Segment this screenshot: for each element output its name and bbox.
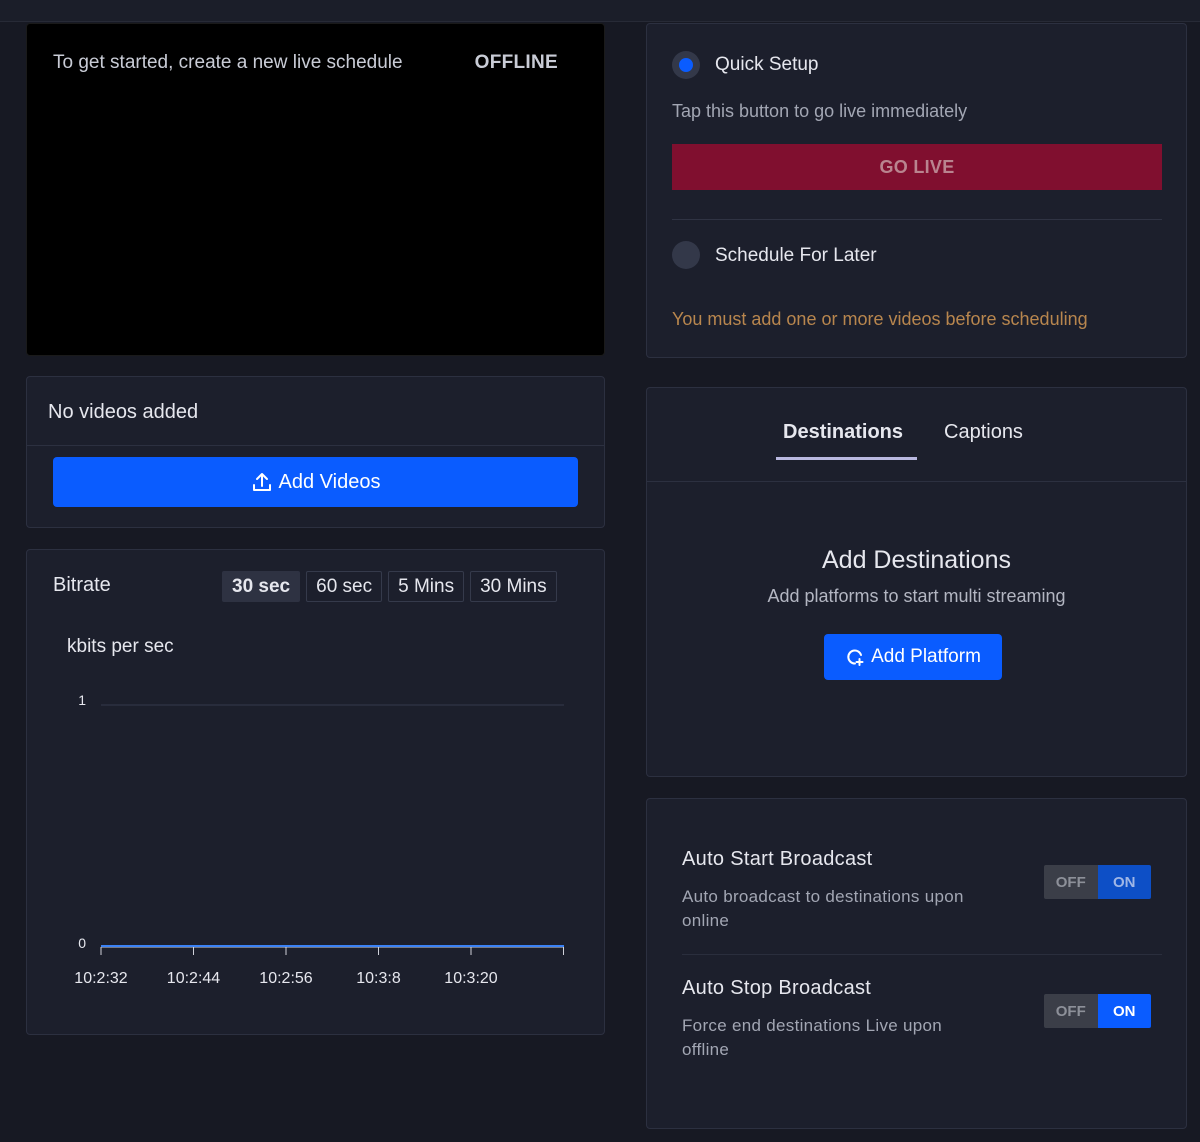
auto-broadcast-panel: Auto Start Broadcast Auto broadcast to d… xyxy=(646,798,1187,1129)
tab-captions[interactable]: Captions xyxy=(944,421,1023,444)
destinations-heading: Add Destinations xyxy=(821,546,1011,574)
x-tick-label: 10:2:44 xyxy=(167,970,220,987)
x-tick-label: 10:3:8 xyxy=(356,970,401,987)
toggle-off-option[interactable]: OFF xyxy=(1044,994,1098,1028)
toggle-on-option[interactable]: ON xyxy=(1097,994,1151,1028)
x-tick-label: 10:3:20 xyxy=(444,970,497,987)
divider xyxy=(682,954,1162,955)
auto-stop-description: Force end destinations Live upon offline xyxy=(682,1016,943,1059)
time-range-selector: 30 sec 60 sec 5 Mins 30 Mins xyxy=(222,571,557,602)
x-tick-label: 10:2:56 xyxy=(259,970,312,987)
quick-setup-label[interactable]: Quick Setup xyxy=(715,54,819,76)
range-30-mins-button[interactable]: 30 Mins xyxy=(470,571,557,602)
quick-setup-hint: Tap this button to go live immediately xyxy=(672,101,968,121)
schedule-later-radio[interactable] xyxy=(672,241,700,269)
stream-status-badge: OFFLINE xyxy=(474,52,558,73)
auto-start-toggle[interactable]: OFF ON xyxy=(1044,865,1151,899)
videos-panel: No videos added Add Videos xyxy=(26,376,605,528)
add-videos-button[interactable]: Add Videos xyxy=(53,457,578,507)
bitrate-title: Bitrate xyxy=(53,574,111,596)
add-platform-icon xyxy=(847,649,864,666)
range-30-sec-button[interactable]: 30 sec xyxy=(222,571,301,602)
range-60-sec-button[interactable]: 60 sec xyxy=(306,571,383,602)
add-platform-label: Add Platform xyxy=(871,646,981,667)
range-5-mins-button[interactable]: 5 Mins xyxy=(388,571,465,602)
active-tab-indicator xyxy=(776,457,917,460)
schedule-warning: You must add one or more videos before s… xyxy=(672,309,1088,329)
go-live-button[interactable]: GO LIVE xyxy=(672,144,1162,190)
x-tick-label: 10:2:32 xyxy=(74,970,127,987)
chart-y-axis-label: kbits per sec xyxy=(67,636,174,657)
toggle-on-option[interactable]: ON xyxy=(1097,865,1151,899)
destinations-panel: Add Destinations Add platforms to start … xyxy=(646,481,1187,777)
toggle-off-option[interactable]: OFF xyxy=(1044,865,1098,899)
destinations-subheading: Add platforms to start multi streaming xyxy=(767,586,1066,606)
bitrate-chart: 1 0 10:2:32 10:2:44 10:2:56 10:3:8 10:3:20 xyxy=(74,692,564,987)
y-tick-label: 1 xyxy=(78,692,86,708)
add-videos-label: Add Videos xyxy=(278,470,381,493)
top-bar xyxy=(0,0,1200,22)
divider xyxy=(27,445,604,446)
schedule-later-label[interactable]: Schedule For Later xyxy=(715,245,877,267)
auto-stop-title: Auto Stop Broadcast xyxy=(682,977,872,999)
auto-stop-toggle[interactable]: OFF ON xyxy=(1044,994,1151,1028)
bitrate-panel: Bitrate 30 sec 60 sec 5 Mins 30 Mins kbi… xyxy=(26,549,605,1035)
preview-message: To get started, create a new live schedu… xyxy=(53,52,403,73)
upload-icon xyxy=(252,473,271,491)
divider xyxy=(672,219,1162,220)
y-tick-label: 0 xyxy=(78,935,86,951)
destinations-tabs: Destinations Captions xyxy=(646,387,1187,483)
auto-start-title: Auto Start Broadcast xyxy=(682,848,873,870)
quick-setup-radio[interactable] xyxy=(672,51,700,79)
stream-preview: To get started, create a new live schedu… xyxy=(26,23,605,356)
add-platform-button[interactable]: Add Platform xyxy=(824,634,1002,680)
auto-start-description: Auto broadcast to destinations upon onli… xyxy=(682,887,964,930)
videos-empty-text: No videos added xyxy=(48,401,199,423)
go-live-panel: Quick Setup Tap this button to go live i… xyxy=(646,23,1187,358)
tab-destinations[interactable]: Destinations xyxy=(783,421,903,444)
